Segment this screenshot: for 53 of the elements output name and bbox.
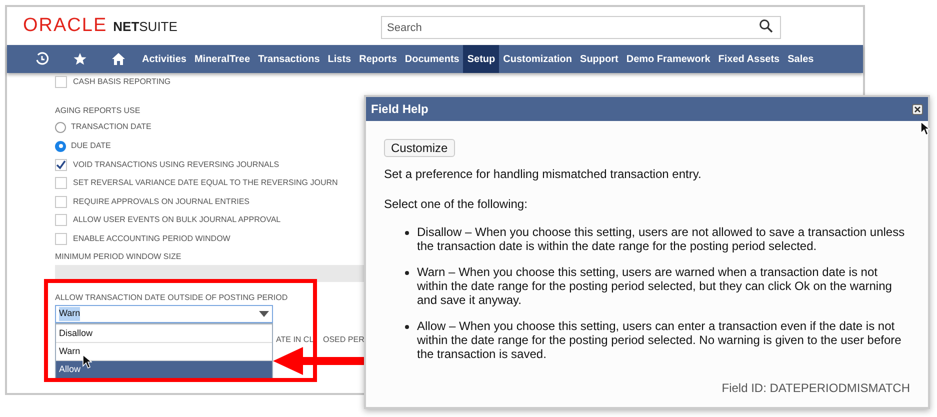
history-icon[interactable]: [35, 52, 49, 66]
nav-tab[interactable]: Activities: [138, 45, 190, 73]
radio-label: TRANSACTION DATE: [71, 121, 152, 133]
nav-tab[interactable]: MineralTree: [190, 45, 254, 73]
nav-tab[interactable]: Demo Framework: [622, 45, 714, 73]
radio-button[interactable]: [55, 122, 66, 132]
nav-tab[interactable]: Documents: [400, 45, 464, 73]
home-icon[interactable]: [111, 52, 126, 66]
nav-tab[interactable]: Support: [576, 45, 622, 73]
nav-tab[interactable]: Lists: [324, 45, 356, 73]
nav-tab[interactable]: Fixed Assets: [714, 45, 784, 73]
hand-cursor-icon: [82, 354, 92, 369]
check-icon: [56, 160, 66, 170]
checkbox[interactable]: [55, 158, 67, 171]
checkbox-label: SET REVERSAL VARIANCE DATE EQUAL TO THE REVERSING JOURN: [73, 177, 338, 190]
nav-tab[interactable]: Customization: [499, 45, 576, 73]
logo-brand: ORACLE: [23, 14, 108, 38]
bullet-icon: [405, 325, 409, 329]
field-label: ALLOW TRANSACTION DATE OUTSIDE OF POSTING PERIOD: [55, 292, 288, 304]
field-label: MINIMUM PERIOD WINDOW SIZE: [55, 251, 182, 263]
radio-button[interactable]: [55, 140, 66, 152]
close-icon[interactable]: [912, 104, 923, 114]
search-icon[interactable]: [759, 18, 773, 32]
nav-tab[interactable]: Transactions: [254, 45, 324, 73]
logo-product: NETSUITE: [113, 18, 178, 36]
help-intro: Set a preference for handling mismatched transaction entry.: [384, 166, 702, 183]
bullet-icon: [405, 271, 409, 275]
checkbox-label: VOID TRANSACTIONS USING REVERSING JOURNALS: [73, 158, 280, 171]
checkbox-label: REQUIRE APPROVALS ON JOURNAL ENTRIES: [73, 196, 250, 208]
bullet-icon: [405, 231, 409, 235]
dialog-title: Field Help: [371, 101, 428, 118]
checkbox-label: ALLOW USER EVENTS ON BULK JOURNAL APPROVAL: [73, 214, 281, 226]
checkbox-label: ENABLE ACCOUNTING PERIOD WINDOW: [73, 232, 230, 245]
checkbox-label: CASH BASIS REPORTING: [73, 76, 171, 88]
field-id: Field ID: DATEPERIODMISMATCH: [722, 380, 910, 397]
help-option: Warn – When you choose this setting, users are warned when a transaction date is not within the date range for the posting period selected, but they can click Ok on the warning and save it anyway.: [417, 265, 910, 307]
star-icon[interactable]: [73, 52, 87, 66]
nav-tab[interactable]: Sales: [784, 45, 818, 73]
dropdown-option[interactable]: Allow: [56, 360, 272, 378]
radio-label: DUE DATE: [71, 140, 111, 152]
dropdown-option[interactable]: Disallow: [56, 324, 272, 342]
dropdown-value: Warn: [59, 307, 80, 321]
dropdown[interactable]: Warn: [55, 305, 273, 323]
section-label: AGING REPORTS USE: [55, 106, 140, 114]
search-field[interactable]: Search: [381, 16, 781, 39]
arrow-icon: [273, 346, 365, 376]
help-option: Allow – When you choose this setting, users can enter a transaction even if the date is not within the date range for the posting period selected. No warning is given to the user before the transaction is saved.: [417, 319, 910, 361]
nav-tab[interactable]: Reports: [355, 45, 401, 73]
caret-icon: [259, 311, 269, 317]
help-prompt: Select one of the following:: [384, 196, 528, 213]
help-option: Disallow – When you choose this setting, users are not allowed to save a transaction unless the transaction date is within the date range for the posting period selected.: [417, 225, 910, 253]
nav-tab[interactable]: Setup: [463, 45, 500, 73]
customize-button[interactable]: Customize: [384, 139, 455, 157]
